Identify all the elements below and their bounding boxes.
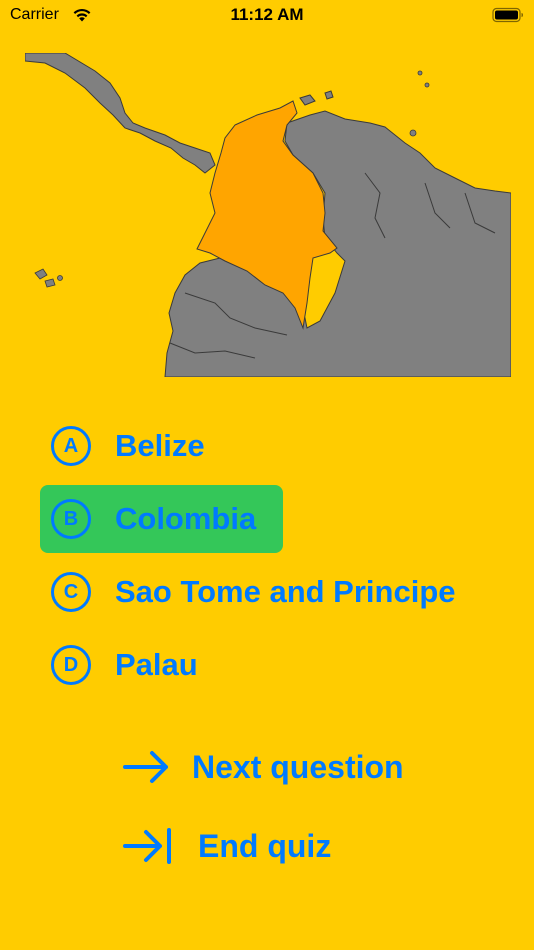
arrow-to-end-icon [123, 828, 171, 864]
next-question-label: Next question [192, 748, 404, 785]
next-question-button[interactable]: Next question [122, 747, 404, 787]
end-quiz-label: End quiz [198, 827, 332, 864]
letter-a-icon: A [51, 426, 91, 466]
answer-label: Palau [115, 647, 198, 682]
answer-label: Colombia [115, 501, 257, 536]
island [299, 94, 316, 106]
clock: 11:12 AM [230, 5, 304, 24]
answer-label: Belize [115, 428, 205, 463]
letter-b-icon: B [51, 499, 91, 539]
answer-option-c[interactable]: C Sao Tome and Principe [40, 558, 520, 626]
island [44, 278, 56, 288]
letter-c-icon: C [51, 572, 91, 612]
country-map [25, 53, 511, 377]
island [424, 82, 430, 88]
answer-list: A Belize B Colombia C Sao Tome and Princ… [40, 412, 520, 704]
end-quiz-button[interactable]: End quiz [122, 826, 331, 866]
answer-label: Sao Tome and Principe [115, 574, 456, 609]
island [34, 268, 48, 280]
answer-option-b[interactable]: B Colombia [40, 485, 283, 553]
island [417, 70, 423, 76]
arrow-right-icon [123, 751, 168, 783]
status-bar: Carrier 11:12 AM [0, 0, 534, 32]
answer-option-a[interactable]: A Belize [40, 412, 520, 480]
central-america-land [25, 53, 216, 174]
island [324, 90, 334, 100]
battery-icon [492, 7, 523, 23]
letter-d-icon: D [51, 645, 91, 685]
island [409, 129, 417, 137]
answer-option-d[interactable]: D Palau [40, 631, 520, 699]
island [57, 275, 63, 281]
